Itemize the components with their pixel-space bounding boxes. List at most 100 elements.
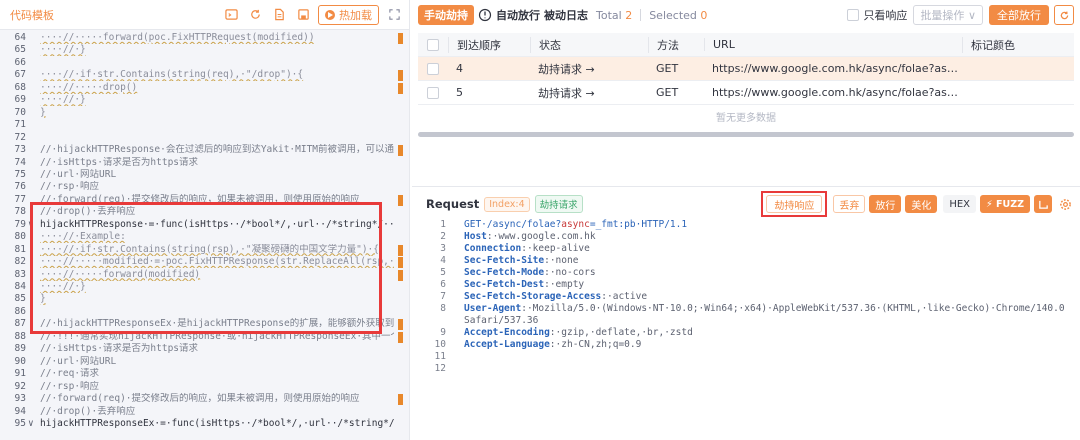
code-line: 70} xyxy=(0,107,409,119)
file-icon[interactable] xyxy=(270,6,288,24)
line-number: 95 xyxy=(14,417,26,429)
code-template-header: 代码模板 热加载 xyxy=(0,0,409,30)
divider xyxy=(640,9,642,21)
table-row[interactable]: 5 劫持请求 → GET https://www.google.com.hk/a… xyxy=(418,81,1074,105)
manual-hijack-tab[interactable]: 手动劫持 xyxy=(418,5,474,25)
code-text: //·url·网站URL xyxy=(40,168,117,180)
scroll-marker xyxy=(398,33,403,44)
panel-icon xyxy=(1038,200,1048,209)
horizontal-scrollbar[interactable] xyxy=(418,132,1074,137)
line-text: Accept-Encoding:·gzip,·deflate,·br,·zstd xyxy=(464,327,693,338)
gear-icon xyxy=(1059,198,1071,210)
line-number: 6 xyxy=(440,279,446,290)
column-header[interactable]: 方法 xyxy=(648,36,704,53)
hot-reload-button[interactable]: 热加载 xyxy=(318,4,379,25)
code-line: 92 //·rsp·响应 xyxy=(0,381,409,393)
request-line: 5 Sec-Fetch-Mode:·no-cors xyxy=(412,267,1080,279)
line-number: 88 xyxy=(14,330,26,342)
code-template-title: 代码模板 xyxy=(10,8,54,22)
hijack-list-panel: 手动劫持 自动放行 被动日志 Total 2 Selected 0 只看响应 批… xyxy=(412,0,1080,185)
line-number: 78 xyxy=(14,206,26,218)
save-icon[interactable] xyxy=(294,6,312,24)
line-number: 82 xyxy=(14,256,26,268)
refresh-icon[interactable] xyxy=(246,6,264,24)
request-line: 9 Accept-Encoding:·gzip,·deflate,·br,·zst… xyxy=(412,327,1080,339)
scroll-marker xyxy=(398,145,403,157)
request-line: 10 Accept-Language:·zh-CN,zh;q=0.9 xyxy=(412,339,1080,351)
request-line: 4 Sec-Fetch-Site:·none xyxy=(412,255,1080,267)
row-checkbox[interactable] xyxy=(418,86,448,99)
line-number: 65 xyxy=(14,44,26,56)
row-order: 5 xyxy=(456,86,463,99)
table-header-row: 到达顺序 状态 方法 URL 标记颜色 xyxy=(418,33,1074,57)
table-row[interactable]: 4 劫持请求 → GET https://www.google.com.hk/a… xyxy=(418,57,1074,81)
code-line: 74 //·isHttps·请求是否为https请求 xyxy=(0,156,409,169)
auto-allow-tab[interactable]: 自动放行 xyxy=(496,7,540,23)
forward-button[interactable]: 放行 xyxy=(869,195,902,213)
settings-button[interactable] xyxy=(1056,195,1074,213)
code-text: //·forward(req)·提交修改后的响应，如果未被调用，则使用原始的响应 xyxy=(40,393,360,405)
row-order: 4 xyxy=(456,62,463,75)
fuzz-button[interactable]: ⚡ FUZZ xyxy=(980,195,1030,213)
code-text: //·isHttps·请求是否为https请求 xyxy=(40,156,199,168)
play-icon xyxy=(325,9,335,20)
scroll-marker xyxy=(398,319,403,331)
drop-button[interactable]: 丢弃 xyxy=(833,195,866,213)
row-method: GET xyxy=(656,86,679,99)
terminal-icon[interactable] xyxy=(222,6,240,24)
code-line: 94 //·drop()·丢弃响应 xyxy=(0,406,409,418)
expand-icon[interactable] xyxy=(385,6,403,24)
column-header[interactable]: URL xyxy=(704,38,962,51)
request-line: 8 User-Agent:·Mozilla/5.0·(Windows·NT·10.… xyxy=(412,303,1080,315)
code-text: //·hijackHTTPResponse·会在过滤后的响应到达Yakit·MI… xyxy=(40,144,394,156)
row-status: 劫持请求 → xyxy=(538,86,595,100)
code-line: 71 xyxy=(0,119,409,131)
hijack-response-button[interactable]: 劫持响应 xyxy=(766,195,823,213)
refresh-list-button[interactable] xyxy=(1054,5,1074,25)
line-number: 74 xyxy=(14,156,26,168)
line-number: 8 xyxy=(440,303,446,314)
line-number: 81 xyxy=(14,243,26,255)
code-line: 93 //·forward(req)·提交修改后的响应，如果未被调用，则使用原始的… xyxy=(0,393,409,405)
line-number: 3 xyxy=(440,243,446,254)
code-line: 65 ····//·} xyxy=(0,44,409,56)
line-number: 79 xyxy=(14,218,26,230)
line-number: 86 xyxy=(14,305,26,317)
request-editor[interactable]: 1 GET·/async/folae?async=_fmt:pb·HTTP/1.1… xyxy=(412,219,1080,375)
column-header[interactable]: 标记颜色 xyxy=(962,36,1074,53)
line-number: 11 xyxy=(434,351,446,362)
index-tag: Index:4 xyxy=(484,196,530,212)
code-line: 64 ····//·····forward(poc.FixHTTPRequest(… xyxy=(0,32,409,44)
line-text: Accept-Language:·zh-CN,zh;q=0.9 xyxy=(464,339,642,350)
column-header[interactable]: 到达顺序 xyxy=(448,36,530,53)
line-number: 83 xyxy=(14,268,26,280)
code-text: ····//·····drop() xyxy=(40,81,138,93)
row-status: 劫持请求 → xyxy=(538,62,595,76)
request-line: 2 Host:·www.google.com.hk xyxy=(412,231,1080,243)
code-template-panel: 代码模板 热加载 64 ····//·····forward(poc.FixHTT… xyxy=(0,0,410,440)
row-url: https://www.google.com.hk/async/folae?as… xyxy=(712,86,962,99)
row-checkbox[interactable] xyxy=(418,62,448,75)
passive-log-tab[interactable]: 被动日志 xyxy=(544,7,588,23)
fold-icon[interactable]: ∨ xyxy=(28,418,38,430)
select-all-checkbox[interactable] xyxy=(418,38,448,51)
panel-layout-button[interactable] xyxy=(1034,195,1052,213)
line-text: User-Agent:·Mozilla/5.0·(Windows·NT·10.0… xyxy=(464,303,1064,314)
code-line: 68 ····//·····drop() xyxy=(0,81,409,94)
row-method: GET xyxy=(656,62,679,75)
batch-operation-select[interactable]: 批量操作 ∨ xyxy=(913,5,983,25)
column-header[interactable]: 状态 xyxy=(530,36,648,53)
shield-icon[interactable] xyxy=(478,8,492,22)
beautify-button[interactable]: 美化 xyxy=(905,195,938,213)
line-text: Safari/537.36 xyxy=(464,315,539,326)
line-number: 67 xyxy=(14,69,26,81)
response-only-checkbox[interactable]: 只看响应 xyxy=(847,7,907,23)
hex-button[interactable]: HEX xyxy=(943,195,977,213)
allow-all-button[interactable]: 全部放行 xyxy=(989,5,1049,25)
code-line: 66 xyxy=(0,57,409,69)
highlight-box-hijack-response xyxy=(30,202,382,334)
line-number: 75 xyxy=(14,168,26,180)
hot-reload-label: 热加载 xyxy=(339,8,372,22)
request-title: Request xyxy=(426,197,480,211)
line-text: Sec-Fetch-Dest:·empty xyxy=(464,279,585,290)
